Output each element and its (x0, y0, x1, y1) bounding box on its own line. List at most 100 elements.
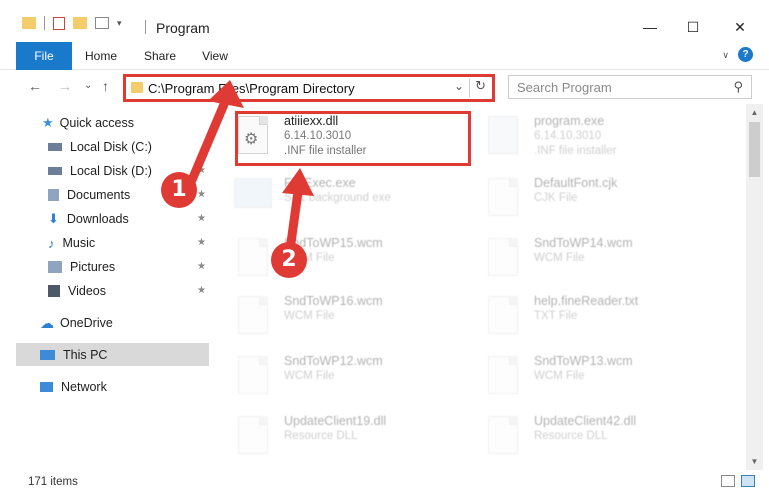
nav-label: Quick access (59, 116, 134, 130)
file-item-updateclient42[interactable]: UpdateClient42.dll Resource DLL (464, 408, 704, 458)
nav-label: Network (61, 380, 107, 394)
forward-button[interactable]: → (58, 78, 72, 94)
ribbon-expand-icon[interactable]: ∨ (722, 50, 729, 61)
nav-videos[interactable]: Videos (48, 280, 106, 302)
address-bar[interactable]: C:\Program Files\Program Directory ⌄ ↻ (123, 74, 495, 102)
nav-label: Documents (67, 188, 131, 202)
file-type: .INF file installer (534, 145, 617, 157)
dll-gear-icon (488, 416, 518, 454)
search-input[interactable]: Search Program (517, 80, 612, 95)
dropdown-icon[interactable]: ▾ (117, 18, 122, 29)
nav-local-disk-c[interactable]: Local Disk (C:) (48, 136, 152, 158)
music-icon: ♪ (48, 235, 55, 251)
address-dropdown-icon[interactable]: ⌄ (454, 79, 464, 93)
new-folder-icon[interactable] (73, 17, 87, 29)
star-icon: ★ (42, 115, 54, 130)
nav-local-disk-d[interactable]: Local Disk (D:) (48, 160, 152, 182)
help-icon[interactable]: ? (738, 47, 753, 62)
address-path[interactable]: C:\Program Files\Program Directory (148, 81, 355, 96)
recent-locations-button[interactable]: ⌄ (84, 80, 92, 91)
customize-icon[interactable] (95, 17, 109, 29)
file-type: TXT File (534, 310, 578, 322)
file-icon (488, 296, 518, 334)
minimize-button[interactable]: — (630, 12, 670, 42)
search-icon[interactable]: ⚲ (733, 79, 743, 95)
scroll-thumb[interactable] (749, 122, 760, 177)
title-divider (145, 20, 146, 34)
nav-label: Pictures (70, 260, 116, 274)
file-item-program[interactable]: program.exe 6.14.10.3010 .INF file insta… (464, 108, 704, 158)
nav-pictures[interactable]: Pictures (48, 256, 115, 278)
file-name: help.fineReader.txt (534, 294, 639, 308)
file-type: Resource DLL (284, 430, 358, 442)
up-button[interactable]: ↑ (102, 78, 109, 94)
nav-label: Music (62, 236, 96, 250)
nav-music[interactable]: ♪ Music (48, 232, 95, 254)
file-name: SndToWP13.wcm (534, 354, 633, 368)
address-divider (469, 79, 470, 97)
pin-icon[interactable]: ★ (197, 237, 206, 248)
callout-badge-2: 2 (271, 242, 307, 278)
status-bar: 171 items (0, 472, 769, 504)
back-button[interactable]: ← (28, 78, 42, 94)
file-item-sndtowp14[interactable]: SndToWP14.wcm WCM File (464, 230, 704, 280)
file-item-help-finereader[interactable]: help.fineReader.txt TXT File (464, 288, 704, 338)
pin-icon[interactable]: ★ (197, 261, 206, 272)
refresh-button[interactable]: ↻ (475, 78, 486, 94)
file-item-sndtowp16[interactable]: SndToWP16.wcm WCM File (214, 288, 454, 338)
file-item-defaultfont[interactable]: DefaultFont.cjk CJK File (464, 170, 704, 220)
file-type: WCM File (534, 370, 585, 382)
network-icon (40, 382, 53, 392)
nav-downloads[interactable]: ⬇ Downloads (48, 208, 129, 230)
details-view-icon[interactable] (721, 475, 735, 487)
file-name: DefaultFont.cjk (534, 176, 618, 190)
tab-file[interactable]: File (16, 42, 72, 70)
file-item-sndtowp15[interactable]: SndToWP15.wcm WCM File (214, 230, 454, 280)
drive-icon (48, 143, 62, 151)
pin-icon[interactable]: ★ (197, 213, 206, 224)
nav-quick-access[interactable]: ★ Quick access (42, 112, 134, 134)
title-bar: ▾ Program — ☐ ✕ (0, 0, 769, 42)
file-type: WCM File (534, 252, 585, 264)
file-icon (488, 178, 518, 216)
scroll-up-icon[interactable]: ▲ (746, 104, 763, 121)
pin-icon[interactable]: ★ (197, 189, 206, 200)
ribbon-tabs: File Home Share View ∨ ? (0, 42, 769, 70)
tiles-view-icon[interactable] (741, 475, 755, 487)
folder-icon (131, 82, 143, 93)
file-item-sndtowp13[interactable]: SndToWP13.wcm WCM File (464, 348, 704, 398)
maximize-button[interactable]: ☐ (673, 12, 713, 42)
nav-documents[interactable]: Documents (48, 184, 130, 206)
close-button[interactable]: ✕ (720, 12, 760, 42)
file-type: WCM File (284, 370, 335, 382)
file-item-updateclient19[interactable]: UpdateClient19.dll Resource DLL (214, 408, 454, 458)
file-item-sndtowp12[interactable]: SndToWP12.wcm WCM File (214, 348, 454, 398)
nav-label: OneDrive (60, 316, 113, 330)
toolbar-divider (44, 16, 45, 30)
file-name: FileExec.exe (284, 176, 356, 190)
nav-this-pc[interactable]: This PC (40, 344, 107, 366)
pin-icon[interactable]: ★ (197, 165, 206, 176)
tab-home[interactable]: Home (80, 42, 122, 70)
file-type: SP1 background exe (284, 192, 391, 204)
window-title: Program (156, 20, 210, 36)
file-name: SndToWP16.wcm (284, 294, 383, 308)
file-icon (488, 238, 518, 276)
pin-icon[interactable]: ★ (197, 285, 206, 296)
file-version: 6.14.10.3010 (534, 130, 602, 142)
file-icon (488, 356, 518, 394)
vertical-scrollbar[interactable]: ▲ ▼ (746, 104, 763, 470)
tab-share[interactable]: Share (140, 42, 180, 70)
file-type: CJK File (534, 192, 578, 204)
search-box[interactable]: Search Program ⚲ (508, 75, 752, 99)
scroll-down-icon[interactable]: ▼ (746, 453, 763, 470)
nav-network[interactable]: Network (40, 376, 107, 398)
properties-icon[interactable] (53, 16, 65, 30)
folder-icon (22, 17, 36, 29)
videos-icon (48, 285, 60, 297)
nav-onedrive[interactable]: ☁ OneDrive (40, 312, 113, 334)
file-icon (238, 296, 268, 334)
tab-view[interactable]: View (198, 42, 232, 70)
file-item-fileexec[interactable]: FileExec.exe SP1 background exe (214, 170, 454, 220)
file-name: UpdateClient42.dll (534, 414, 637, 428)
